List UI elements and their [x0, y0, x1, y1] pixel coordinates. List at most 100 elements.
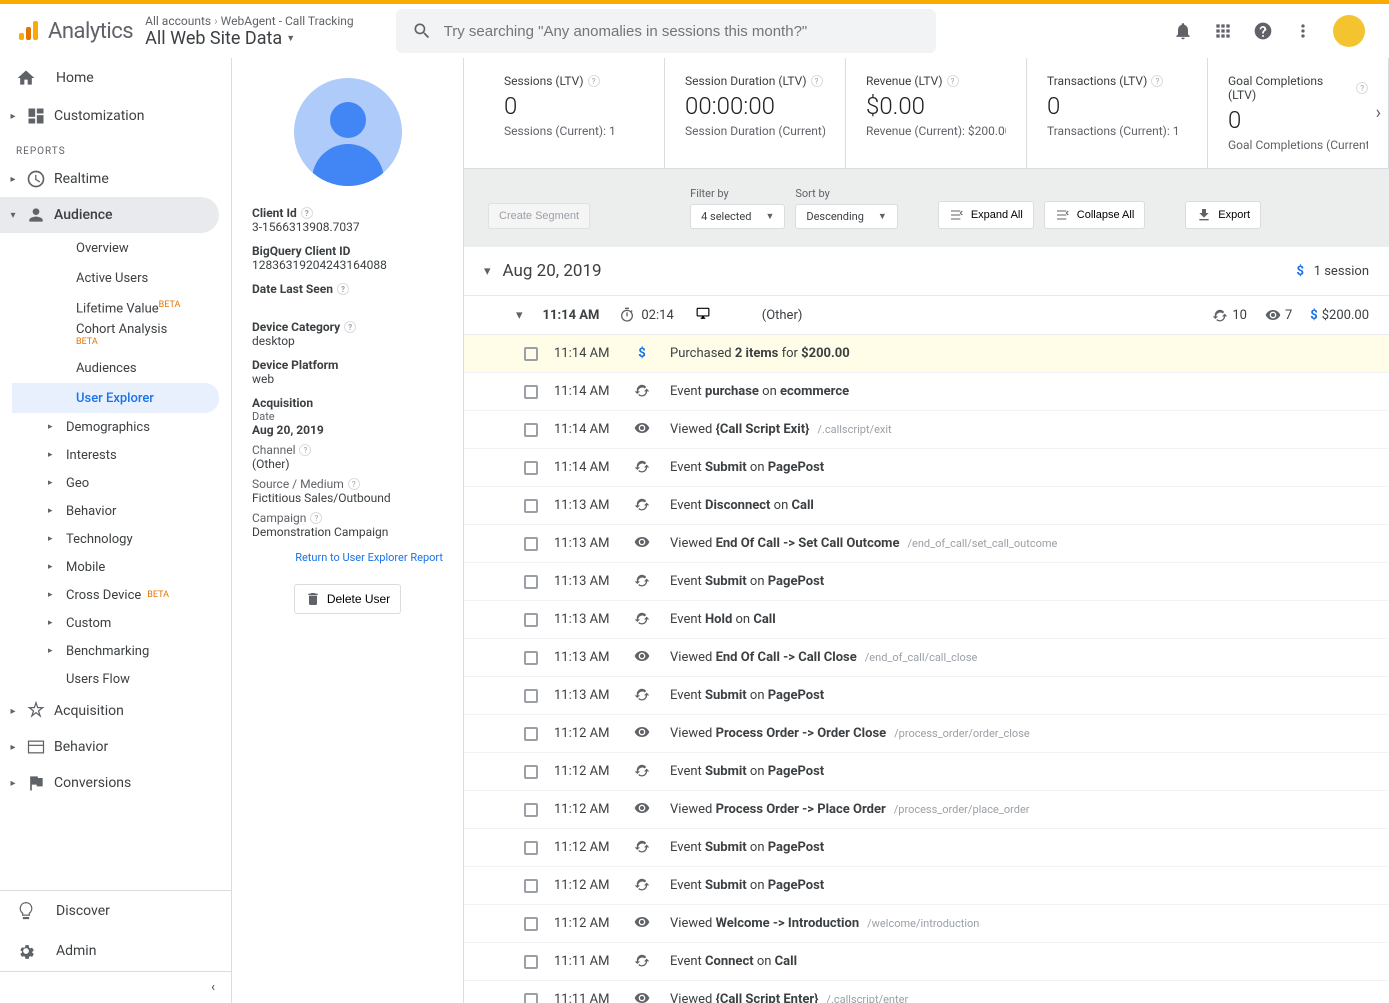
event-row[interactable]: 11:13 AM Event Hold on Call [464, 601, 1389, 639]
help-icon[interactable]: ? [348, 478, 360, 490]
event-checkbox[interactable] [524, 689, 538, 703]
event-row[interactable]: 11:13 AM Viewed End Of Call -> Set Call … [464, 525, 1389, 563]
nav-cross-device[interactable]: ▸Cross Device BETA [0, 581, 231, 609]
event-checkbox[interactable] [524, 423, 538, 437]
collapse-sidebar[interactable]: ‹ [0, 971, 231, 1003]
nav-technology[interactable]: ▸Technology [0, 525, 231, 553]
event-checkbox[interactable] [524, 651, 538, 665]
event-row[interactable]: 11:12 AM Viewed Welcome -> Introduction/… [464, 905, 1389, 943]
delete-user-button[interactable]: Delete User [294, 584, 401, 614]
more-icon[interactable] [1293, 21, 1313, 41]
help-icon[interactable]: ? [588, 75, 600, 87]
event-row[interactable]: 11:12 AM Event Submit on PagePost [464, 829, 1389, 867]
event-row[interactable]: 11:12 AM Event Submit on PagePost [464, 753, 1389, 791]
search-box[interactable] [396, 9, 936, 53]
event-checkbox[interactable] [524, 499, 538, 513]
event-row[interactable]: 11:13 AM Viewed End Of Call -> Call Clos… [464, 639, 1389, 677]
metric-scroll-right[interactable]: › [1376, 103, 1381, 124]
metric-card[interactable]: Goal Completions (LTV) ? 0 Goal Completi… [1208, 58, 1389, 168]
nav-mobile[interactable]: ▸Mobile [0, 553, 231, 581]
event-row[interactable]: 11:13 AM Event Submit on PagePost [464, 677, 1389, 715]
help-icon[interactable]: ? [344, 321, 356, 333]
flag-icon [26, 773, 46, 793]
nav-cohort-analysis[interactable]: Cohort AnalysisBETA [12, 323, 219, 353]
event-row[interactable]: 11:11 AM Viewed {Call Script Enter}/.cal… [464, 981, 1389, 1003]
nav-realtime[interactable]: ▸Realtime [0, 161, 219, 197]
metric-card[interactable]: Session Duration (LTV) ? 00:00:00 Sessio… [665, 58, 846, 168]
event-checkbox[interactable] [524, 537, 538, 551]
return-link[interactable]: Return to User Explorer Report [252, 551, 443, 564]
nav-geo[interactable]: ▸Geo [0, 469, 231, 497]
collapse-all-button[interactable]: Collapse All [1044, 201, 1145, 229]
client-id-label: Client Id? [252, 206, 443, 220]
event-checkbox[interactable] [524, 803, 538, 817]
event-row[interactable]: 11:14 AM $ Purchased 2 items for $200.00 [464, 335, 1389, 373]
time-toggle[interactable]: ▾ [516, 308, 523, 323]
nav-interests[interactable]: ▸Interests [0, 441, 231, 469]
event-checkbox[interactable] [524, 385, 538, 399]
event-checkbox[interactable] [524, 575, 538, 589]
apps-icon[interactable] [1213, 21, 1233, 41]
nav-benchmarking[interactable]: ▸Benchmarking [0, 637, 231, 665]
nav-audience[interactable]: ▾Audience [0, 197, 219, 233]
event-checkbox[interactable] [524, 955, 538, 969]
event-row[interactable]: 11:12 AM Viewed Process Order -> Place O… [464, 791, 1389, 829]
help-icon[interactable]: ? [947, 75, 959, 87]
metric-card[interactable]: Transactions (LTV) ? 0 Transactions (Cur… [1027, 58, 1208, 168]
export-button[interactable]: Export [1185, 201, 1261, 229]
help-icon[interactable]: ? [310, 512, 322, 524]
event-row[interactable]: 11:14 AM Viewed {Call Script Exit}/.call… [464, 411, 1389, 449]
event-row[interactable]: 11:14 AM Event Submit on PagePost [464, 449, 1389, 487]
event-row[interactable]: 11:12 AM Event Submit on PagePost [464, 867, 1389, 905]
help-icon[interactable]: ? [811, 75, 823, 87]
help-icon[interactable]: ? [299, 444, 311, 456]
event-row[interactable]: 11:11 AM Event Connect on Call [464, 943, 1389, 981]
nav-discover[interactable]: Discover [0, 891, 231, 931]
event-row[interactable]: 11:13 AM Event Submit on PagePost [464, 563, 1389, 601]
event-checkbox[interactable] [524, 879, 538, 893]
help-icon[interactable] [1253, 21, 1273, 41]
search-input[interactable] [444, 23, 920, 40]
event-row[interactable]: 11:12 AM Viewed Process Order -> Order C… [464, 715, 1389, 753]
metric-card[interactable]: Revenue (LTV) ? $0.00 Revenue (Current):… [846, 58, 1027, 168]
nav-home[interactable]: Home [0, 58, 231, 98]
create-segment-button[interactable]: Create Segment [488, 203, 590, 229]
nav-conversions[interactable]: ▸Conversions [0, 765, 219, 801]
event-checkbox[interactable] [524, 613, 538, 627]
breadcrumb[interactable]: All accounts › WebAgent - Call Tracking … [145, 14, 353, 49]
nav-custom[interactable]: ▸Custom [0, 609, 231, 637]
nav-users-flow[interactable]: ▸Users Flow [0, 665, 231, 693]
event-row[interactable]: 11:14 AM Event purchase on ecommerce [464, 373, 1389, 411]
sort-by-dropdown[interactable]: Descending▼ [795, 204, 897, 229]
help-icon[interactable]: ? [337, 283, 349, 295]
nav-user-explorer[interactable]: User Explorer [12, 383, 219, 413]
nav-behavior[interactable]: ▸Behavior [0, 497, 231, 525]
event-row[interactable]: 11:13 AM Event Disconnect on Call [464, 487, 1389, 525]
avatar[interactable] [1333, 15, 1365, 47]
help-icon[interactable]: ? [301, 207, 313, 219]
metric-card[interactable]: Sessions (LTV) ? 0 Sessions (Current): 1 [484, 58, 665, 168]
nav-audiences[interactable]: Audiences [12, 353, 219, 383]
nav-behavior-main[interactable]: ▸Behavior [0, 729, 219, 765]
nav-active-users[interactable]: Active Users [12, 263, 219, 293]
expand-all-button[interactable]: Expand All [938, 201, 1034, 229]
session-toggle[interactable]: ▾ [484, 264, 491, 279]
event-checkbox[interactable] [524, 461, 538, 475]
nav-acquisition[interactable]: ▸Acquisition [0, 693, 219, 729]
event-checkbox[interactable] [524, 347, 538, 361]
filter-by-dropdown[interactable]: 4 selected▼ [690, 204, 785, 229]
nav-admin[interactable]: Admin [0, 931, 231, 971]
event-checkbox[interactable] [524, 993, 538, 1003]
help-icon[interactable]: ? [1356, 82, 1368, 94]
nav-customization[interactable]: ▸Customization [0, 98, 219, 134]
event-checkbox[interactable] [524, 727, 538, 741]
nav-overview[interactable]: Overview [12, 233, 219, 263]
event-checkbox[interactable] [524, 841, 538, 855]
help-icon[interactable]: ? [1151, 75, 1163, 87]
logo[interactable]: Analytics [16, 19, 133, 44]
event-checkbox[interactable] [524, 917, 538, 931]
nav-demographics[interactable]: ▸Demographics [0, 413, 231, 441]
bell-icon[interactable] [1173, 21, 1193, 41]
nav-lifetime-value[interactable]: Lifetime ValueBETA [12, 293, 219, 323]
event-checkbox[interactable] [524, 765, 538, 779]
